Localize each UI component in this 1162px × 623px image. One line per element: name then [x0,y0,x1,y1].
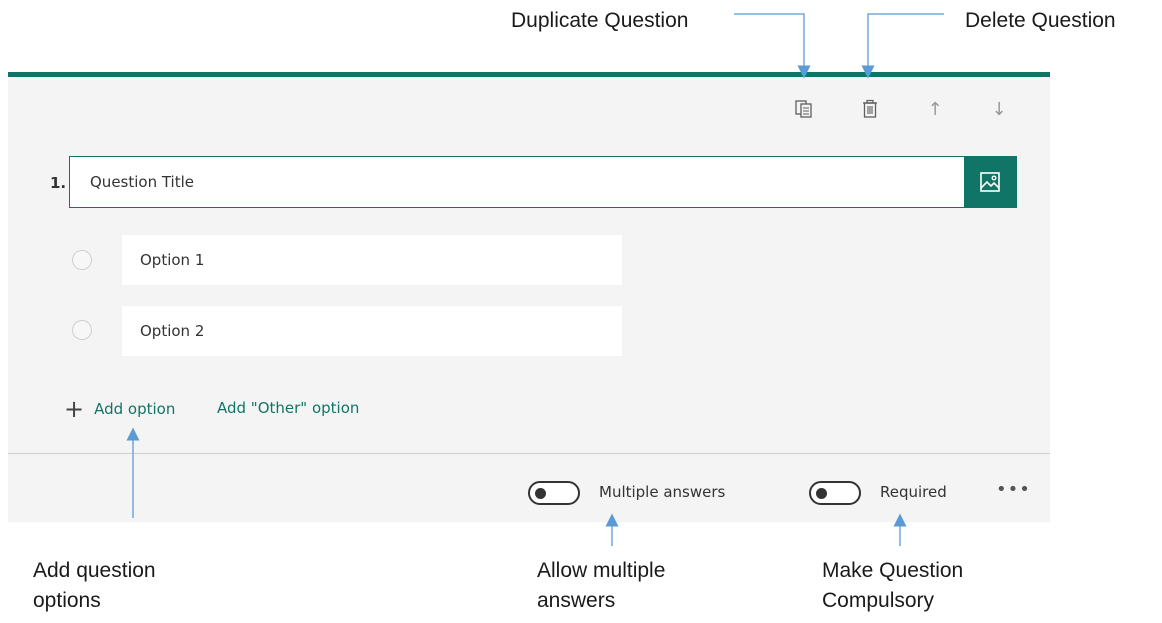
option-2-input[interactable]: Option 2 [122,306,622,356]
option-2-text: Option 2 [140,322,205,340]
question-number: 1. [50,174,67,192]
multiple-answers-label: Multiple answers [599,483,726,501]
trash-icon[interactable] [856,95,884,123]
arrow-delete [861,13,944,79]
option-1-input[interactable]: Option 1 [122,235,622,285]
annotation-duplicate: Duplicate Question [511,9,689,32]
image-icon [980,172,1000,192]
annotation-multiple-line2: answers [537,589,616,613]
annotation-delete: Delete Question [965,9,1116,32]
annotation-required-line2: Compulsory [822,589,935,613]
multiple-answers-toggle[interactable] [528,481,580,505]
required-toggle-knob [816,488,827,499]
required-label: Required [880,483,947,501]
card-divider [8,453,1050,454]
annotation-multiple: Allow multiple answers [537,556,665,617]
question-title-input[interactable]: Question Title [69,156,1017,208]
annotation-required-line1: Make Question [822,559,964,582]
annotation-add-options: Add question options [33,556,156,617]
annotation-add-options-line2: options [33,589,101,613]
copy-icon[interactable] [790,95,818,123]
arrow-duplicate [734,13,811,79]
plus-icon: + [64,395,85,423]
annotation-required: Make Question Compulsory [822,556,963,617]
annotation-add-options-line1: Add question [33,559,156,582]
add-other-option-button[interactable]: Add "Other" option [217,399,359,417]
annotation-multiple-line1: Allow multiple [537,559,666,582]
option-1-text: Option 1 [140,251,205,269]
insert-image-button[interactable] [964,157,1016,207]
question-title-text: Question Title [90,173,195,191]
add-other-option-label: Add "Other" option [217,399,360,417]
option-1-radio[interactable] [72,250,92,270]
required-toggle[interactable] [809,481,861,505]
multiple-answers-toggle-knob [535,488,546,499]
more-options-button[interactable]: ••• [996,479,1031,500]
question-card[interactable]: ↑ ↓ 1. Question Title Option 1 Option 2 … [8,72,1050,522]
option-2-radio[interactable] [72,320,92,340]
add-option-button[interactable]: + Add option [64,395,176,423]
add-option-label: Add option [94,400,176,418]
arrow-up-icon[interactable]: ↑ [921,95,949,123]
arrow-down-icon[interactable]: ↓ [985,95,1013,123]
